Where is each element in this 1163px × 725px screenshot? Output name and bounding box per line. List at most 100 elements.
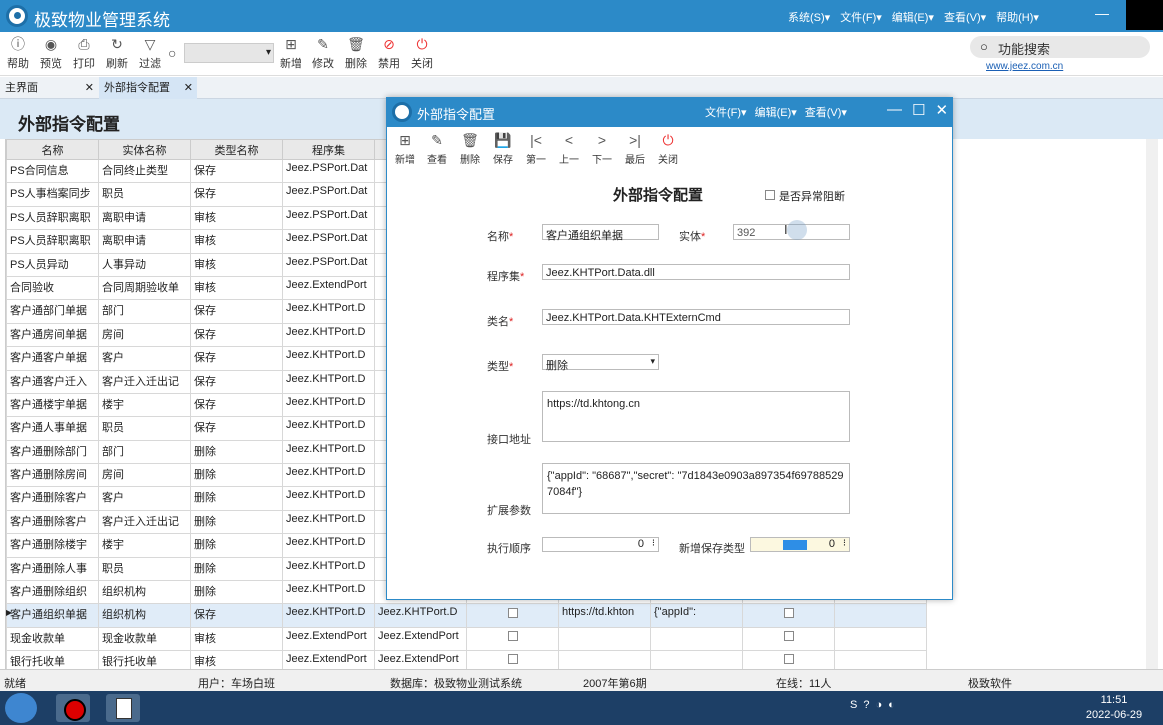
- table-cell: 审核: [190, 252, 283, 277]
- table-row[interactable]: 银行托收单 银行托收单 审核 Jeez.ExtendPort Jeez.ExtendPo…: [6, 650, 927, 669]
- table-cell: Jeez.PSPort.Dat: [282, 229, 375, 254]
- abnormal-block-checkbox[interactable]: [765, 190, 775, 200]
- refresh-button[interactable]: ↻ 刷新: [102, 36, 132, 71]
- dialog-menu-edit[interactable]: 编辑(E)▾: [755, 104, 797, 120]
- function-search-input[interactable]: 功能搜索: [970, 36, 1150, 58]
- table-cell: 职员: [98, 556, 191, 582]
- edit-button[interactable]: ✎ 修改: [308, 36, 338, 71]
- name-field[interactable]: 客户通组织单据: [542, 224, 659, 242]
- type-select[interactable]: 删除: [542, 354, 659, 372]
- table-cell: Jeez.KHTPort.D: [282, 369, 375, 394]
- table-cell: [466, 626, 559, 652]
- table-cell: Jeez.PSPort.Dat: [282, 205, 375, 231]
- tab-bar: 主界面 ✕ 外部指令配置 ✕: [0, 77, 1163, 99]
- first-icon: |<: [530, 132, 542, 148]
- os-taskbar: S ? ◑ ◐: [0, 691, 1163, 725]
- table-cell: 审核: [190, 229, 283, 254]
- minimize-icon[interactable]: —: [1095, 5, 1109, 21]
- table-cell: Jeez.KHTPort.D: [282, 556, 375, 582]
- table-cell: [834, 650, 927, 669]
- row-checkbox[interactable]: [507, 654, 518, 665]
- start-button[interactable]: [5, 693, 37, 723]
- tab-external-command[interactable]: 外部指令配置 ✕: [99, 77, 197, 99]
- ext-params-label: 扩展参数: [487, 505, 531, 517]
- row-checkbox[interactable]: [507, 630, 518, 641]
- menu-file[interactable]: 文件(F)▾: [840, 9, 882, 25]
- dialog-add-button[interactable]: ⊞ 新增: [390, 132, 420, 166]
- close-icon[interactable]: ✕: [935, 101, 948, 119]
- delete-button[interactable]: 🗑 删除: [341, 36, 371, 71]
- quick-filter-combo[interactable]: [184, 43, 274, 63]
- menu-edit[interactable]: 编辑(E)▾: [892, 9, 934, 25]
- vertical-scrollbar[interactable]: [1146, 139, 1158, 669]
- maximize-icon[interactable]: ☐: [912, 101, 925, 119]
- add-button[interactable]: ⊞ 新增: [276, 36, 306, 71]
- tray-network-icon[interactable]: ◑: [875, 699, 882, 711]
- table-cell: [834, 626, 927, 652]
- tray-app-icon[interactable]: S: [850, 699, 857, 711]
- dialog-view-button[interactable]: ✎ 查看: [422, 132, 452, 166]
- preview-button[interactable]: ◉ 预览: [36, 36, 66, 71]
- taskbar-document-app[interactable]: [106, 694, 140, 722]
- ext-params-field[interactable]: {"appId": "68687","secret": "7d1843e0903…: [542, 463, 850, 514]
- column-header[interactable]: 名称: [6, 139, 99, 160]
- table-cell: PS人员辞职离职: [6, 229, 99, 254]
- minimize-icon[interactable]: —: [887, 101, 902, 119]
- column-header[interactable]: 程序集: [282, 139, 375, 160]
- row-checkbox[interactable]: [783, 630, 794, 641]
- table-cell: 审核: [190, 205, 283, 231]
- dialog-menu-view[interactable]: 查看(V)▾: [805, 104, 847, 120]
- row-checkbox[interactable]: [783, 654, 794, 665]
- close-icon[interactable]: ✕: [184, 77, 193, 99]
- table-cell: 房间: [98, 463, 191, 488]
- website-link[interactable]: www.jeez.com.cn: [986, 61, 1063, 72]
- filter-button[interactable]: ▽ 过滤: [135, 36, 165, 71]
- dialog-title-bar[interactable]: 外部指令配置 文件(F)▾ 编辑(E)▾ 查看(V)▾ — ☐ ✕: [387, 98, 952, 127]
- app-logo-icon: [392, 102, 412, 122]
- table-cell: 房间: [98, 322, 191, 348]
- dialog-close-button[interactable]: ⏻ 关闭: [653, 132, 683, 166]
- table-row[interactable]: 现金收款单 现金收款单 审核 Jeez.ExtendPort Jeez.ExtendPo…: [6, 626, 927, 652]
- assembly-field[interactable]: Jeez.KHTPort.Data.dll: [542, 264, 850, 280]
- edit-icon: ✎: [431, 132, 443, 148]
- menu-view[interactable]: 查看(V)▾: [944, 9, 986, 25]
- close-button[interactable]: ⏻ 关闭: [407, 36, 437, 71]
- column-header[interactable]: 类型名称: [190, 139, 283, 160]
- next-icon: >: [597, 132, 607, 148]
- tray-volume-icon[interactable]: ◐: [888, 699, 895, 711]
- dialog-next-button[interactable]: > 下一: [587, 132, 617, 166]
- row-checkbox[interactable]: [783, 607, 794, 618]
- table-cell: Jeez.KHTPort.D: [282, 392, 375, 418]
- menu-system[interactable]: 系统(S)▾: [788, 9, 830, 25]
- dialog-save-button[interactable]: 💾 保存: [488, 132, 518, 166]
- save-type-stepper[interactable]: 0: [750, 537, 850, 552]
- dialog-last-button[interactable]: >| 最后: [620, 132, 650, 166]
- close-icon[interactable]: ✕: [85, 77, 94, 99]
- power-icon: ⏻: [416, 36, 428, 52]
- dialog-prev-button[interactable]: < 上一: [554, 132, 584, 166]
- table-cell: 合同周期验收单: [98, 275, 191, 301]
- dialog-menu-file[interactable]: 文件(F)▾: [705, 104, 747, 120]
- disable-button[interactable]: ⊘ 禁用: [374, 36, 404, 71]
- exec-order-stepper[interactable]: 0: [542, 537, 659, 552]
- help-button[interactable]: ⓘ 帮助: [3, 36, 33, 71]
- table-cell: 客户通组织单据: [6, 603, 99, 628]
- menu-help[interactable]: 帮助(H)▾: [996, 9, 1039, 25]
- row-checkbox[interactable]: [507, 607, 518, 618]
- tab-home[interactable]: 主界面 ✕: [0, 77, 98, 99]
- table-cell: [650, 650, 743, 669]
- column-header[interactable]: 实体名称: [98, 139, 191, 160]
- table-cell: 保存: [190, 346, 283, 371]
- table-cell: 人事异动: [98, 252, 191, 277]
- class-field[interactable]: Jeez.KHTPort.Data.KHTExternCmd: [542, 309, 850, 325]
- print-button[interactable]: ⎙ 打印: [69, 36, 99, 71]
- api-url-field[interactable]: https://td.khtong.cn: [542, 391, 850, 442]
- table-row[interactable]: 客户通组织单据 组织机构 保存 Jeez.KHTPort.D Jeez.KHTPort.…: [6, 603, 927, 628]
- dialog-delete-button[interactable]: 🗑 删除: [455, 132, 485, 166]
- name-label: 名称*: [487, 231, 514, 243]
- dialog-first-button[interactable]: |< 第一: [521, 132, 551, 166]
- taskbar-recorder-app[interactable]: [56, 694, 90, 722]
- table-cell: 客户通删除组织: [6, 580, 99, 605]
- tray-help-icon[interactable]: ?: [863, 699, 869, 711]
- taskbar-clock[interactable]: 11:51 2022-06-29: [1084, 693, 1144, 723]
